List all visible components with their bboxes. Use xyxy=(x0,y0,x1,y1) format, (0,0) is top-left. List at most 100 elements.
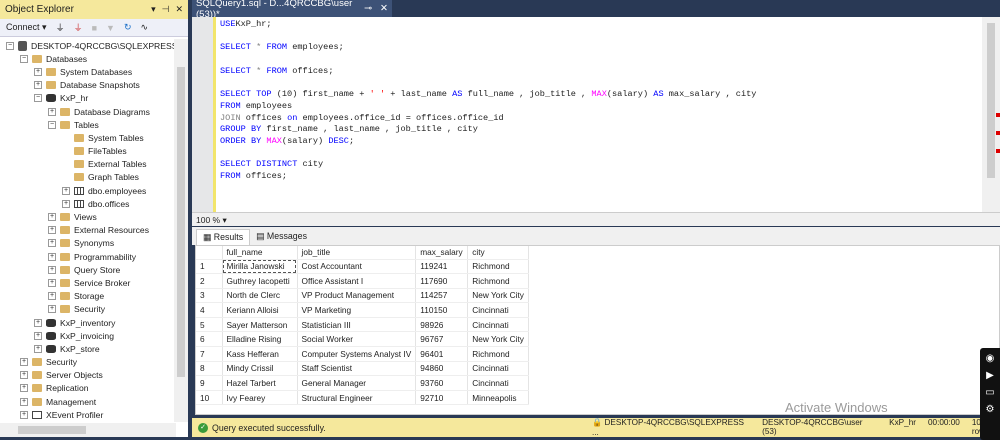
column-header-city[interactable]: city xyxy=(467,246,530,260)
table-row[interactable]: 10 Ivy Fearey Structural Engineer 92710 Minn… xyxy=(196,390,530,406)
results-grid[interactable]: full_name job_title max_salary city 1 Mirilla… xyxy=(195,245,1000,415)
table-cell[interactable]: Mindy Crissil xyxy=(222,361,298,377)
tree-node[interactable]: + KxP_invoicing xyxy=(0,329,176,342)
table-row[interactable]: 4 Keriann Alloisi VP Marketing 110150 Cincin… xyxy=(196,302,530,318)
filter-icon[interactable]: ▼ xyxy=(106,23,115,33)
tree-node[interactable]: + Server Objects xyxy=(0,369,176,382)
table-row[interactable]: 3 North de Clerc VP Product Management 1142… xyxy=(196,288,530,304)
table-row[interactable]: 7 Kass Hefferan Computer Systems Analyst I… xyxy=(196,346,530,362)
expand-icon[interactable]: + xyxy=(20,397,28,406)
tree-node[interactable]: + Views xyxy=(0,210,176,223)
column-header-full_name[interactable]: full_name xyxy=(222,246,298,260)
video-icon[interactable]: ▶ xyxy=(986,370,994,381)
table-cell[interactable]: Minneapolis xyxy=(467,390,530,406)
table-cell[interactable]: Hazel Tarbert xyxy=(222,375,298,391)
table-cell[interactable]: Computer Systems Analyst IV xyxy=(297,346,417,362)
table-cell[interactable]: 119241 xyxy=(415,259,469,275)
expand-icon[interactable]: + xyxy=(48,107,56,116)
table-cell[interactable]: Kass Hefferan xyxy=(222,346,298,362)
expand-icon[interactable]: + xyxy=(48,252,56,261)
tree-node[interactable]: FileTables xyxy=(0,145,176,158)
table-cell[interactable]: Cincinnati xyxy=(467,375,530,391)
table-cell[interactable]: Ivy Fearey xyxy=(222,390,298,406)
disconnect-icon[interactable]: ⏚ xyxy=(74,21,83,34)
tree-node[interactable]: + Query Store xyxy=(0,263,176,276)
table-cell[interactable]: Statistician III xyxy=(297,317,417,333)
tree-node[interactable]: + Storage xyxy=(0,290,176,303)
column-header-max_salary[interactable]: max_salary xyxy=(415,246,469,260)
tree-node[interactable]: + Database Diagrams xyxy=(0,105,176,118)
table-cell[interactable]: 117690 xyxy=(415,273,469,289)
table-cell[interactable]: VP Product Management xyxy=(297,288,417,304)
table-cell[interactable]: 114257 xyxy=(415,288,469,304)
camera-icon[interactable]: ◉ xyxy=(986,353,995,364)
tree-node[interactable]: System Tables xyxy=(0,131,176,144)
table-cell[interactable]: Cost Accountant xyxy=(297,259,417,275)
table-cell[interactable]: 94860 xyxy=(415,361,469,377)
sql-editor[interactable]: USEKxP_hr; SELECT * FROM employees; SELE… xyxy=(192,17,982,212)
tab-results[interactable]: ▦ Results xyxy=(196,229,251,245)
expand-icon[interactable]: + xyxy=(20,358,28,367)
expand-icon[interactable]: + xyxy=(34,331,42,340)
table-cell[interactable]: Keriann Alloisi xyxy=(222,302,298,318)
table-row[interactable]: 1 Mirilla Janowski Cost Accountant 119241 Ri… xyxy=(196,259,530,275)
tree-node[interactable]: External Tables xyxy=(0,158,176,171)
tree-node[interactable]: + Replication xyxy=(0,382,176,395)
expand-icon[interactable]: + xyxy=(48,226,56,235)
expand-icon[interactable]: + xyxy=(20,410,28,419)
refresh-icon[interactable]: ↻ xyxy=(124,22,132,33)
expand-icon[interactable]: + xyxy=(20,371,28,380)
table-cell[interactable]: New York City xyxy=(467,331,530,348)
tree-node[interactable]: + External Resources xyxy=(0,224,176,237)
tree-node[interactable]: + KxP_store xyxy=(0,342,176,355)
table-cell[interactable]: VP Marketing xyxy=(297,302,417,318)
expand-icon[interactable]: + xyxy=(62,186,70,195)
tree-node[interactable]: + dbo.employees xyxy=(0,184,176,197)
table-cell[interactable]: Cincinnati xyxy=(467,361,530,377)
tree-node[interactable]: − KxP_hr xyxy=(0,92,176,105)
table-cell[interactable]: Richmond xyxy=(467,346,530,362)
tree-node[interactable]: − Tables xyxy=(0,118,176,131)
expand-icon[interactable]: + xyxy=(34,67,42,76)
tree-node[interactable]: + Programmability xyxy=(0,250,176,263)
expand-icon[interactable]: + xyxy=(48,305,56,314)
sql-code[interactable]: USEKxP_hr; SELECT * FROM employees; SELE… xyxy=(220,19,756,183)
expand-icon[interactable]: + xyxy=(48,213,56,222)
tree-node[interactable]: Graph Tables xyxy=(0,171,176,184)
tree-node[interactable]: + Security xyxy=(0,303,176,316)
expand-icon[interactable]: + xyxy=(34,344,42,353)
tree-node[interactable]: − Databases xyxy=(0,52,176,65)
expand-icon[interactable]: + xyxy=(20,384,28,393)
collapse-icon[interactable]: − xyxy=(34,94,42,103)
activity-monitor-icon[interactable]: ∿ xyxy=(141,22,149,33)
table-cell[interactable]: Sayer Matterson xyxy=(222,317,298,333)
table-cell[interactable]: Cincinnati xyxy=(467,317,530,333)
tree-horizontal-scrollbar[interactable] xyxy=(0,423,176,437)
collapse-icon[interactable]: − xyxy=(20,54,28,63)
table-cell[interactable]: 110150 xyxy=(415,302,469,318)
table-cell[interactable]: Richmond xyxy=(467,273,530,289)
connect-plug-icon[interactable]: ⏚ xyxy=(56,21,65,34)
table-row[interactable]: 9 Hazel Tarbert General Manager 93760 Cincin… xyxy=(196,375,530,391)
connect-button[interactable]: Connect ▾ xyxy=(6,22,47,33)
table-row[interactable]: 5 Sayer Matterson Statistician III 98926 Cin… xyxy=(196,317,530,333)
zoom-select[interactable]: 100 % ▾ xyxy=(196,215,227,225)
expand-icon[interactable]: + xyxy=(34,81,42,90)
tree-node[interactable]: + Service Broker xyxy=(0,276,176,289)
table-cell[interactable]: Richmond xyxy=(467,259,530,275)
expand-icon[interactable]: + xyxy=(34,318,42,327)
tree-node[interactable]: + XEvent Profiler xyxy=(0,408,176,421)
expand-icon[interactable]: + xyxy=(48,239,56,248)
table-cell[interactable]: Cincinnati xyxy=(467,302,530,318)
stop-icon[interactable]: ■ xyxy=(92,23,97,33)
table-row[interactable]: 2 Guthrey Iacopetti Office Assistant I 1176… xyxy=(196,273,530,289)
pin-icon[interactable]: ⊣ xyxy=(162,4,170,14)
table-cell[interactable]: Office Assistant I xyxy=(297,273,417,289)
table-cell[interactable]: Structural Engineer xyxy=(297,390,417,406)
tree-node[interactable]: + KxP_inventory xyxy=(0,316,176,329)
expand-icon[interactable]: + xyxy=(48,292,56,301)
close-icon[interactable]: ✕ xyxy=(175,4,183,14)
gear-icon[interactable]: ⚙ xyxy=(986,404,995,415)
table-cell[interactable]: Social Worker xyxy=(297,331,417,348)
tree-node[interactable]: + Management xyxy=(0,395,176,408)
